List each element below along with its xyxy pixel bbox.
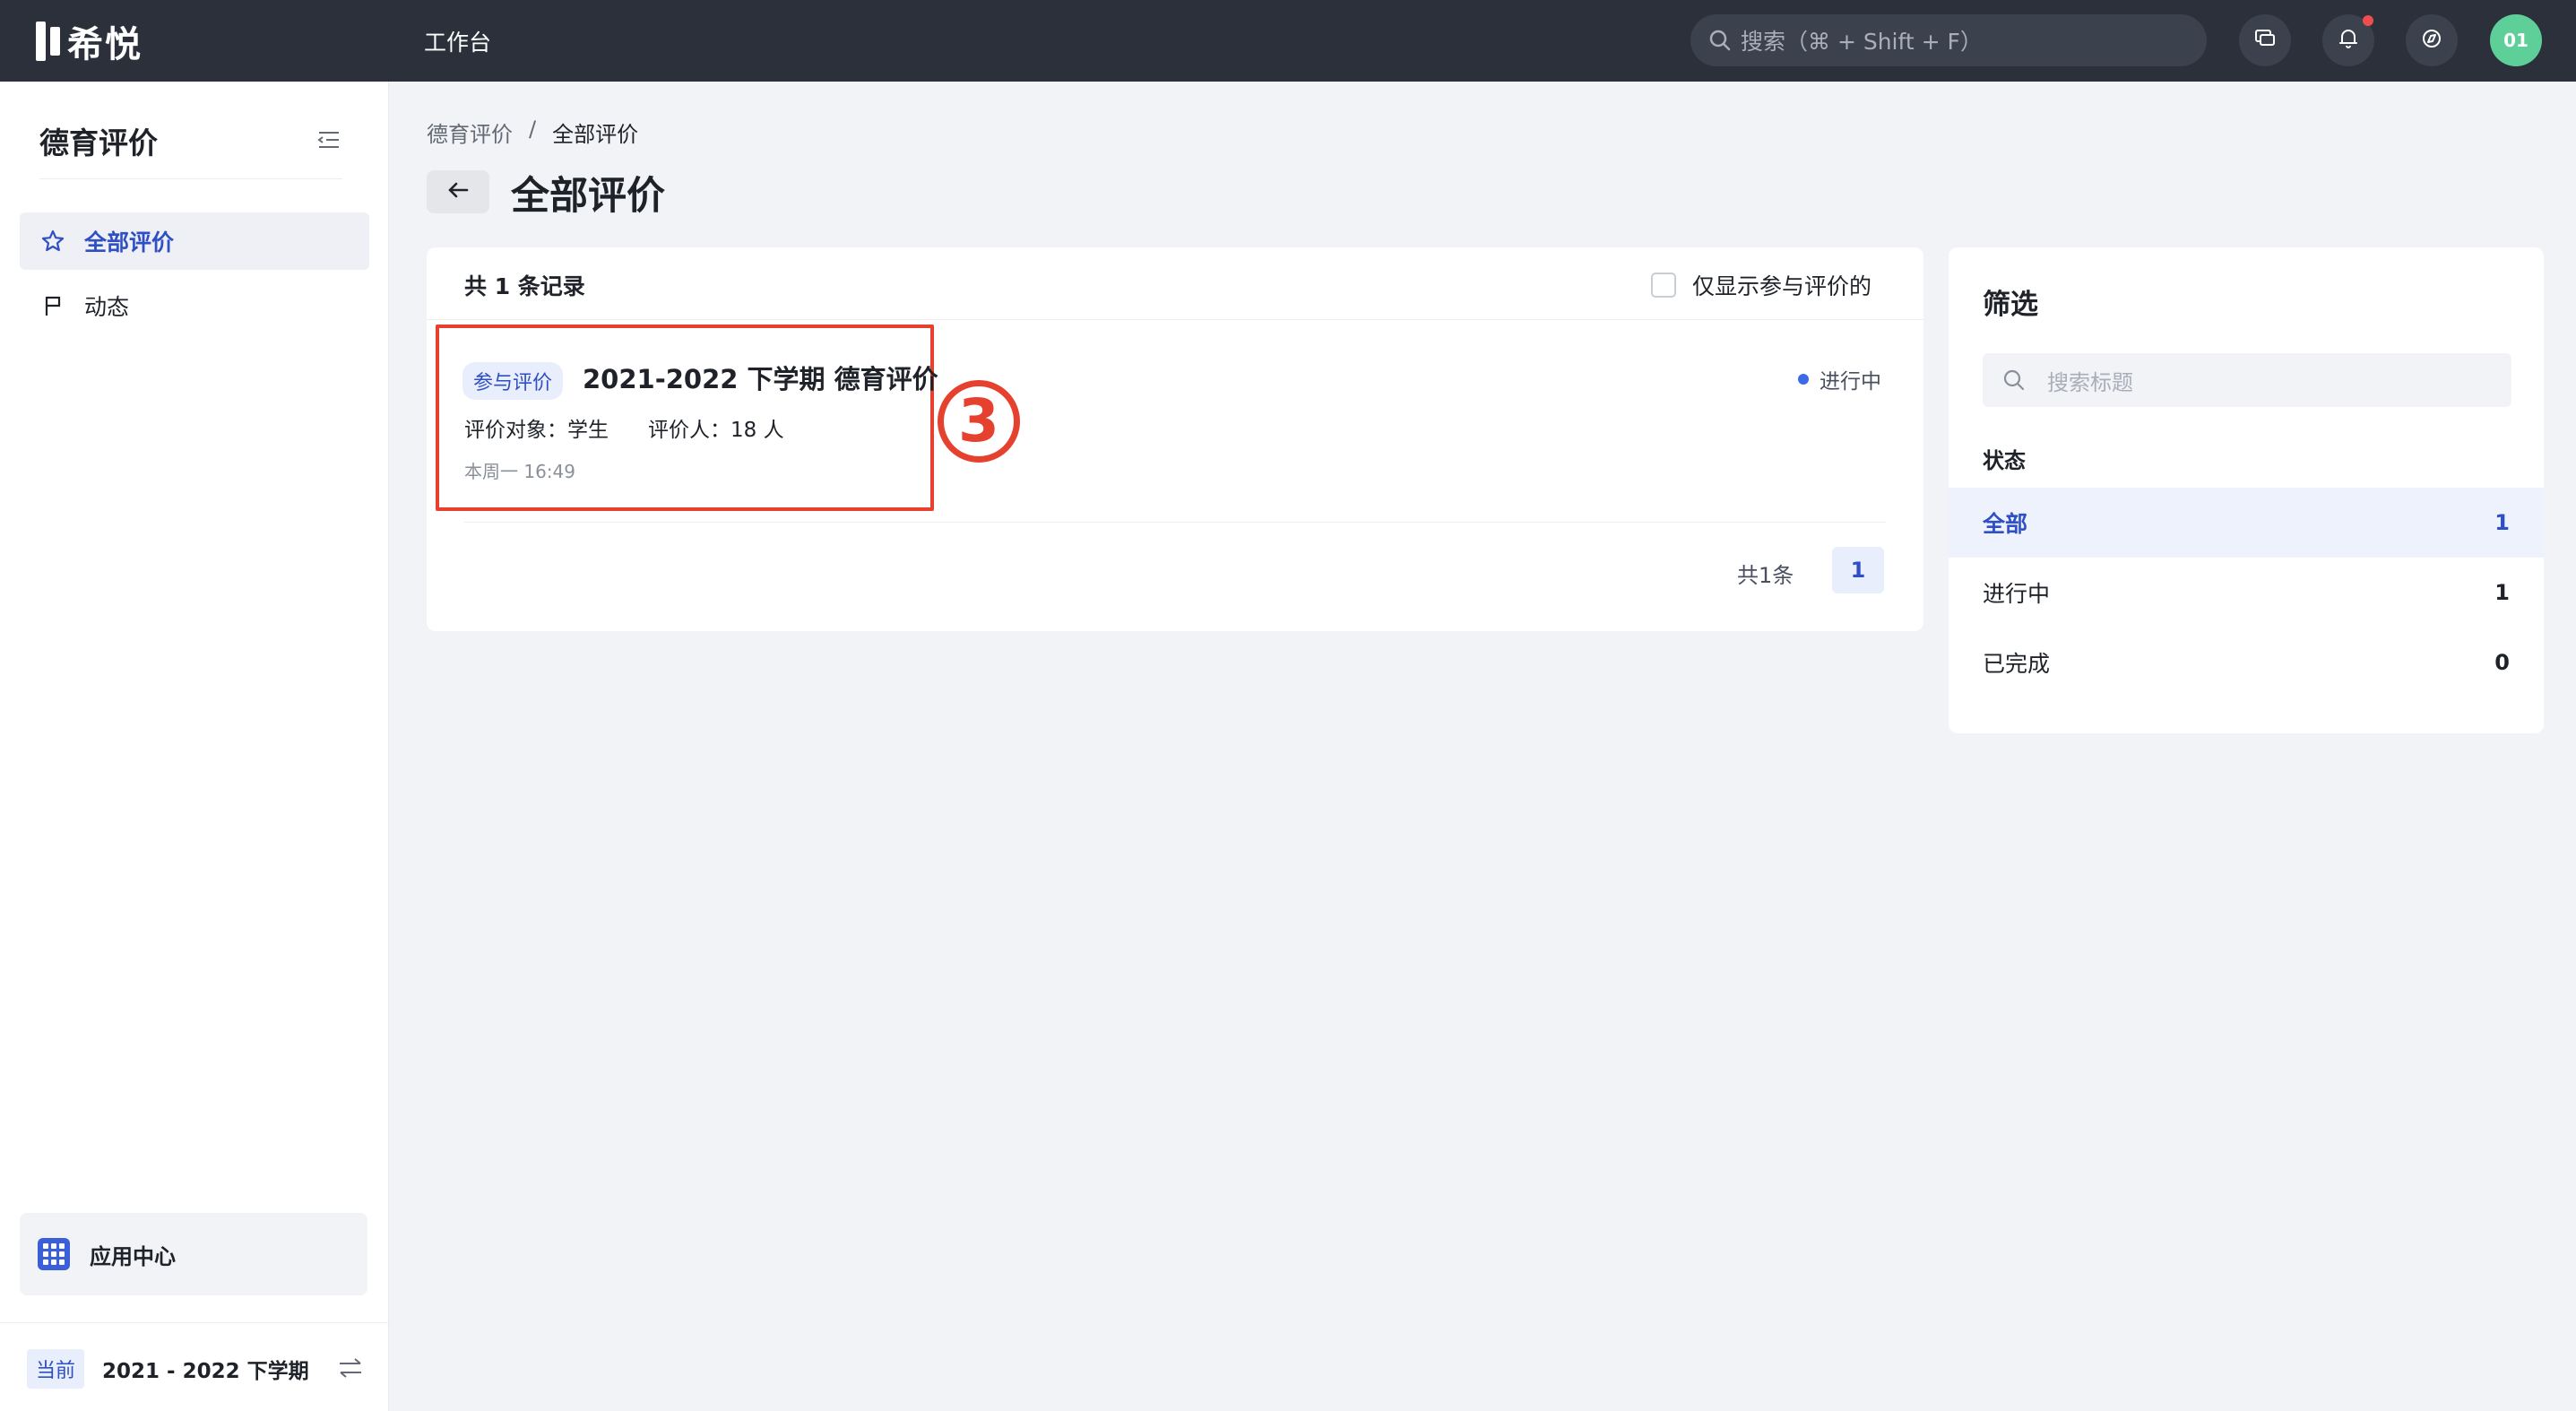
filter-search-placeholder: 搜索标题 (2047, 369, 2133, 395)
list-divider (427, 319, 1923, 320)
nav-workbench[interactable]: 工作台 (424, 25, 491, 57)
participation-tag: 参与评价 (462, 362, 564, 400)
arrow-left-icon (445, 179, 471, 204)
collapse-sidebar-icon[interactable] (316, 128, 342, 151)
logo-text: 希悦 (67, 23, 143, 65)
sidebar-item-label: 全部评价 (84, 229, 175, 255)
checkbox-box[interactable] (1651, 273, 1676, 298)
message-button[interactable] (2239, 14, 2291, 66)
evaluation-list-card: 共 1 条记录 仅显示参与评价的 参与评价 2021-2022 下学期 德育评价… (427, 247, 1923, 631)
sidebar-title: 德育评价 (39, 126, 158, 160)
search-icon (1708, 29, 1732, 52)
filter-title: 筛选 (1983, 289, 2038, 321)
filter-panel: 筛选 搜索标题 状态 全部 1 进行中 1 已完成 0 (1949, 247, 2544, 733)
step-marker: 3 (938, 380, 1020, 463)
status-filter-count: 1 (2494, 510, 2510, 535)
sidebar-divider (39, 178, 342, 179)
status-filter-count: 0 (2494, 650, 2510, 675)
breadcrumb-item-moral-evaluation[interactable]: 德育评价 (427, 117, 513, 148)
record-time: 本周一 16:49 (464, 461, 575, 482)
term-text: 2021 - 2022 下学期 (102, 1360, 309, 1383)
breadcrumb: 德育评价 / 全部评价 (427, 117, 638, 148)
term-badge: 当前 (27, 1349, 85, 1389)
breadcrumb-separator: / (529, 117, 537, 142)
status-text: 进行中 (1820, 370, 1881, 394)
status-filter-label: 进行中 (1983, 581, 2051, 607)
status-filter-count: 1 (2494, 580, 2510, 605)
sidebar: 德育评价 全部评价 动态 应用中心 当前 2021 - 2022 下学期 (0, 82, 389, 1411)
list-divider (464, 522, 1886, 523)
sidebar-item-label: 动态 (84, 294, 130, 320)
record-title[interactable]: 2021-2022 下学期 德育评价 (583, 359, 938, 396)
status-label: 状态 (1983, 448, 2026, 473)
sidebar-item-all-evaluations[interactable]: 全部评价 (20, 212, 369, 270)
status-filter-all[interactable]: 全部 1 (1949, 488, 2544, 558)
only-participated-checkbox[interactable]: 仅显示参与评价的 (1651, 269, 1871, 301)
back-button[interactable] (427, 170, 489, 213)
record-evaluators: 评价人：18 人 (648, 419, 784, 442)
sidebar-bottom-divider (0, 1322, 389, 1323)
page-title: 全部评价 (511, 174, 665, 219)
only-participated-label: 仅显示参与评价的 (1692, 273, 1872, 299)
status-dot (1798, 374, 1809, 385)
app-logo[interactable]: 希悦 (36, 16, 143, 65)
notification-dot (2363, 15, 2373, 26)
status-filter-label: 已完成 (1983, 651, 2051, 677)
status-filter-in-progress[interactable]: 进行中 1 (1949, 558, 2544, 628)
flag-icon (39, 292, 66, 319)
record-target: 评价对象：学生 (464, 419, 609, 442)
top-bar: 希悦 工作台 搜索（⌘ + Shift + F） 01 (0, 0, 2576, 82)
star-icon (39, 228, 66, 255)
app-center-label: 应用中心 (90, 1243, 176, 1269)
logo-mark-icon (36, 21, 60, 61)
compass-icon (2420, 27, 2443, 54)
user-avatar[interactable]: 01 (2490, 14, 2542, 66)
current-term: 当前 2021 - 2022 下学期 (27, 1349, 367, 1389)
pager-total: 共1条 (1737, 563, 1794, 588)
bell-icon (2337, 27, 2360, 54)
record-status: 进行中 (1798, 364, 1881, 394)
status-filter-completed[interactable]: 已完成 0 (1949, 628, 2544, 697)
breadcrumb-item-current: 全部评价 (552, 122, 639, 147)
app-grid-icon (38, 1238, 70, 1270)
record-meta: 评价对象：学生 评价人：18 人 (464, 412, 784, 443)
global-search-placeholder: 搜索（⌘ + Shift + F） (1741, 29, 1983, 55)
record-count: 共 1 条记录 (464, 273, 585, 299)
sidebar-item-activity[interactable]: 动态 (20, 277, 369, 334)
pager-page-1[interactable]: 1 (1832, 547, 1884, 593)
help-button[interactable] (2406, 14, 2458, 66)
app-center-button[interactable]: 应用中心 (20, 1213, 367, 1295)
global-search-input[interactable]: 搜索（⌘ + Shift + F） (1690, 14, 2207, 66)
switch-term-icon[interactable] (335, 1355, 366, 1381)
chat-icon (2253, 27, 2277, 54)
status-filter-label: 全部 (1983, 511, 2028, 537)
filter-search-input[interactable]: 搜索标题 (1983, 353, 2511, 407)
search-icon (2002, 368, 2026, 392)
